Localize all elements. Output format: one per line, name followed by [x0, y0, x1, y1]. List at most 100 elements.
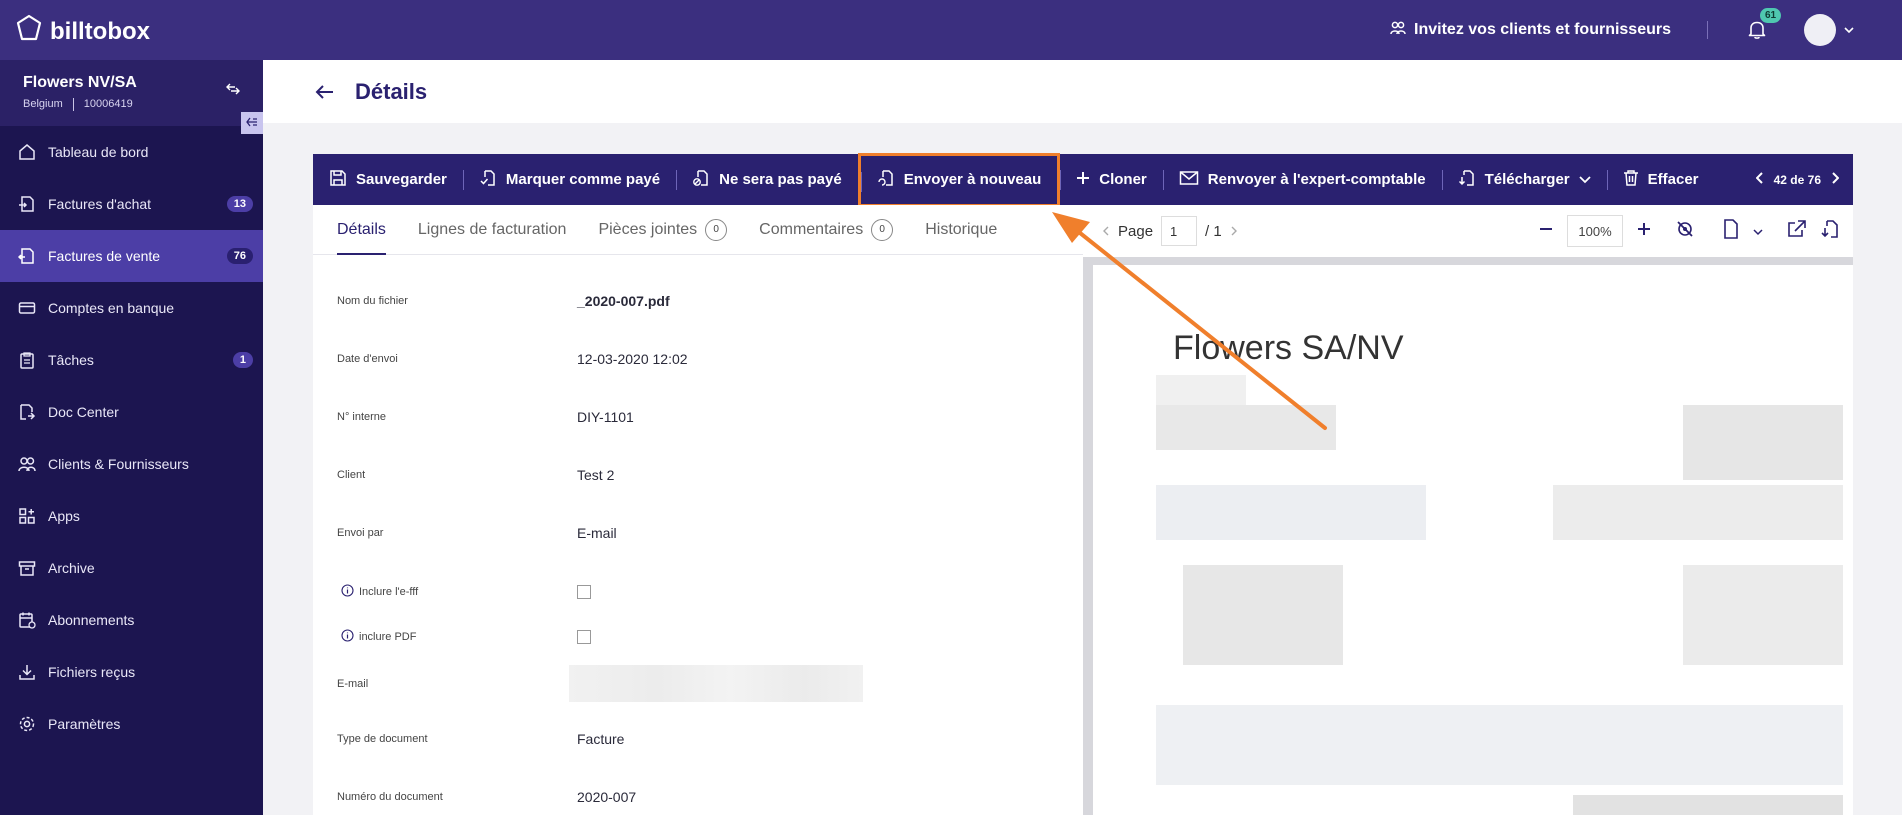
chevron-right-icon[interactable] [1230, 223, 1237, 240]
chevron-right-icon[interactable] [1831, 172, 1840, 187]
home-icon [18, 143, 36, 161]
blurred-content [1156, 485, 1426, 540]
page-title: Détails [355, 78, 428, 104]
resend-button[interactable]: Envoyer à nouveau [857, 152, 1061, 207]
hide-annotations-icon[interactable] [1675, 219, 1695, 243]
resend-label: Envoyer à nouveau [903, 171, 1042, 188]
send-to-accountant-button[interactable]: Renvoyer à l'expert-comptable [1162, 154, 1442, 205]
sidebar-item-label: Clients & Fournisseurs [48, 456, 189, 472]
sidebar-item-apps[interactable]: Apps [0, 490, 263, 542]
zoom-in-icon[interactable] [1637, 222, 1651, 240]
internal-number-value: DIY-1101 [577, 409, 634, 425]
sidebar-item-bank-accounts[interactable]: Comptes en banque [0, 282, 263, 334]
sales-invoice-icon [18, 247, 36, 265]
tab-details[interactable]: Détails [337, 205, 386, 255]
doc-type-value: Facture [577, 731, 625, 747]
mark-paid-button[interactable]: Marquer comme payé [462, 154, 676, 205]
tab-bar: Détails Lignes de facturation Pièces joi… [313, 205, 1083, 255]
chevron-left-icon[interactable] [1103, 223, 1110, 240]
sidebar-item-doc-center[interactable]: Doc Center [0, 386, 263, 438]
chevron-down-icon [1579, 171, 1591, 188]
sidebar-item-purchase-invoices[interactable]: Factures d'achat 13 [0, 178, 263, 230]
download-button[interactable]: Télécharger [1441, 154, 1607, 205]
chevron-down-icon[interactable] [1753, 223, 1763, 240]
document-heading: Flowers SA/NV [1173, 329, 1404, 367]
switch-company-icon[interactable] [225, 82, 241, 100]
field-label-wrap: Inclure l'e-fff [341, 584, 577, 600]
sidebar: Flowers NV/SA Belgium 10006419 Tableau d… [0, 60, 263, 815]
plus-icon [1076, 171, 1090, 189]
page-label: Page [1118, 222, 1154, 240]
clone-button[interactable]: Cloner [1060, 154, 1163, 205]
blurred-content [1156, 375, 1246, 405]
notifications-button[interactable]: 61 [1748, 8, 1782, 40]
users-icon [1390, 21, 1406, 40]
delete-button[interactable]: Effacer [1606, 154, 1715, 205]
info-icon[interactable] [341, 629, 354, 645]
sidebar-item-label: Apps [48, 508, 80, 524]
field-label: Inclure l'e-fff [359, 586, 419, 598]
count-badge: 1 [232, 352, 253, 368]
save-icon [329, 169, 347, 191]
tab-attachments[interactable]: Pièces jointes 0 [598, 205, 728, 255]
include-efff-checkbox[interactable] [577, 585, 591, 599]
sidebar-item-received-files[interactable]: Fichiers reçus [0, 646, 263, 698]
sent-date-value: 12-03-2020 12:02 [577, 351, 688, 367]
logo[interactable]: billtobox [16, 14, 150, 49]
avatar[interactable] [1804, 14, 1836, 46]
blurred-content [1156, 405, 1336, 450]
download-label: Télécharger [1484, 171, 1570, 188]
field-label: Envoi par [337, 527, 384, 539]
count-badge: 76 [226, 248, 253, 264]
sidebar-item-dashboard[interactable]: Tableau de bord [0, 126, 263, 178]
record-pager: 42 de 76 [1755, 172, 1853, 187]
document-view-icon[interactable] [1723, 219, 1739, 243]
document-download-icon[interactable] [1821, 219, 1839, 243]
save-label: Sauvegarder [356, 171, 447, 188]
action-toolbar: Sauvegarder Marquer comme payé Ne sera p… [313, 152, 1853, 207]
blurred-content [1573, 795, 1843, 815]
mark-paid-label: Marquer comme payé [505, 171, 661, 188]
doc-number-value: 2020-007 [577, 789, 637, 805]
open-external-icon[interactable] [1787, 220, 1807, 242]
field-label: N° interne [337, 411, 387, 423]
company-switcher[interactable]: Flowers NV/SA Belgium 10006419 [0, 60, 263, 134]
chevron-left-icon[interactable] [1755, 172, 1764, 187]
sidebar-item-archive[interactable]: Archive [0, 542, 263, 594]
notification-count-badge: 61 [1760, 8, 1782, 23]
tab-history[interactable]: Historique [925, 205, 997, 255]
sidebar-item-sales-invoices[interactable]: Factures de vente 76 [0, 230, 263, 282]
blurred-content [1683, 565, 1843, 665]
doc-type-row: Type de document Facture [337, 731, 624, 747]
not-paid-button[interactable]: Ne sera pas payé [676, 154, 858, 205]
pdf-viewer[interactable]: Flowers SA/NV [1083, 257, 1853, 815]
email-field[interactable] [569, 665, 863, 702]
page-input[interactable]: 1 [1161, 216, 1198, 246]
info-icon[interactable] [341, 584, 354, 600]
chevron-down-icon[interactable] [1844, 21, 1854, 39]
logo-text: billtobox [50, 17, 150, 45]
divider [1707, 21, 1708, 39]
tab-label: Pièces jointes [598, 220, 698, 238]
tab-comments[interactable]: Commentaires 0 [759, 205, 894, 255]
page-header: Détails [263, 60, 1902, 123]
sidebar-item-label: Doc Center [48, 404, 119, 420]
field-label: Type de document [337, 733, 428, 745]
tab-invoice-lines[interactable]: Lignes de facturation [418, 205, 567, 255]
include-efff-row: Inclure l'e-fff [341, 584, 591, 600]
sidebar-item-clients-suppliers[interactable]: Clients & Fournisseurs [0, 438, 263, 490]
include-pdf-checkbox[interactable] [577, 630, 591, 644]
filename-value: _2020-007.pdf [577, 293, 670, 309]
internal-number-row: N° interne DIY-1101 [337, 409, 634, 425]
sidebar-item-tasks[interactable]: Tâches 1 [0, 334, 263, 386]
zoom-out-icon[interactable] [1539, 222, 1553, 240]
save-button[interactable]: Sauvegarder [313, 154, 463, 205]
blurred-content [1553, 485, 1843, 540]
field-label-wrap: inclure PDF [341, 629, 577, 645]
zoom-level[interactable]: 100% [1567, 215, 1623, 247]
back-arrow-icon[interactable] [315, 84, 335, 100]
sidebar-item-settings[interactable]: Paramètres [0, 698, 263, 750]
field-label: E-mail [337, 677, 369, 690]
invite-link[interactable]: Invitez vos clients et fournisseurs [1390, 21, 1671, 40]
sidebar-item-subscriptions[interactable]: Abonnements [0, 594, 263, 646]
